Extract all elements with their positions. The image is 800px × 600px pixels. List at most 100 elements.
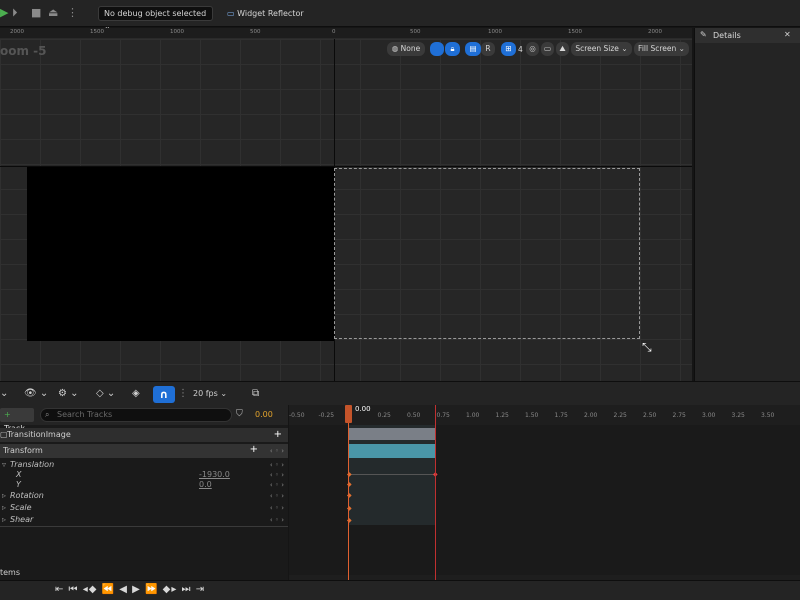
- key-nav-icon[interactable]: ‹ ◦ ›: [270, 490, 284, 502]
- locale-label: None: [400, 44, 421, 53]
- section-range: [348, 425, 435, 525]
- sequencer-toolbar: ⌄ 👁︎ ⌄ ⚙ ⌄ ◇ ⌄ ◈ ∩ ⋮ 20 fps ⌄ ⧉: [0, 381, 800, 405]
- transport-bar: ⇤ ⏮ ◂◆ ⏪ ◀ ▶ ⏩ ◆▸ ⏭ ⇥: [0, 580, 800, 600]
- add-icon[interactable]: +: [274, 429, 282, 441]
- ruler-label: 1500: [568, 29, 582, 35]
- widget-section-bar[interactable]: [348, 428, 435, 440]
- toggle-button[interactable]: [430, 42, 444, 56]
- track-row-shear[interactable]: ▹ Shear ‹ ◦ ›: [0, 514, 288, 526]
- designer-canvas[interactable]: oom -5 ◍ None 🔒︎ ▤ R ⊞ 4 ◎ ▭ ⛰︎ Screen S…: [0, 39, 692, 381]
- ruler-label: 2000: [648, 29, 662, 35]
- resize-icon[interactable]: ⤡: [642, 340, 652, 355]
- key-nav-icon[interactable]: ‹ ◦ ›: [270, 514, 284, 526]
- time-tick-label: 2.00: [584, 412, 598, 419]
- ruler-label: 2000: [10, 29, 24, 35]
- fill-screen-dropdown[interactable]: Fill Screen ⌄: [634, 42, 689, 56]
- search-placeholder: Search Tracks: [57, 410, 113, 419]
- layout-icon: ▤: [469, 44, 477, 53]
- timeline-panel[interactable]: ◆ ◆ ◆ ◆ ◆ ◆ -0.50-0.50-0.25-0.250.250.25…: [289, 405, 800, 580]
- key-nav-icon[interactable]: ‹ ◦ ›: [270, 502, 284, 514]
- ruler-label: 500: [410, 29, 421, 35]
- snap-magnet-button[interactable]: ∩: [153, 386, 175, 403]
- more-options-icon[interactable]: ⋮: [67, 7, 78, 19]
- eject-icon[interactable]: ⏏: [48, 7, 58, 19]
- lock-button[interactable]: 🔒︎: [445, 42, 460, 56]
- curve-editor-icon[interactable]: ⧉: [252, 388, 259, 399]
- transition-image-widget[interactable]: [27, 167, 334, 341]
- items-count: tems: [0, 568, 21, 577]
- chevron-down-icon[interactable]: ⌄: [0, 388, 8, 399]
- add-track-button[interactable]: + Track: [0, 408, 34, 433]
- grid-snap-button[interactable]: ⊞: [501, 42, 516, 56]
- add-icon[interactable]: +: [250, 444, 258, 456]
- close-icon[interactable]: ✕: [784, 30, 791, 39]
- locale-button[interactable]: ◍ None: [387, 42, 425, 56]
- mountain-icon: ⛰︎: [559, 44, 566, 53]
- search-tracks-input[interactable]: ⌕ Search Tracks: [40, 408, 232, 422]
- ruler-label: 0: [332, 29, 336, 35]
- screen-size-label: Screen Size: [575, 44, 619, 53]
- grid-icon: ⊞: [505, 44, 512, 53]
- time-tick-label: 0.50: [407, 412, 421, 419]
- details-panel: ✎ Details ✕: [694, 28, 800, 381]
- stop-icon[interactable]: ■: [31, 7, 41, 19]
- x-curve-line: [348, 474, 435, 475]
- auto-key-icon[interactable]: ◈: [132, 388, 140, 399]
- rotation-snap-button[interactable]: ◎: [526, 42, 539, 56]
- widget-reflector-button[interactable]: ▭ Widget Reflector: [227, 6, 304, 21]
- transport-controls[interactable]: ⇤ ⏮ ◂◆ ⏪ ◀ ▶ ⏩ ◆▸ ⏭ ⇥: [55, 584, 205, 595]
- playhead-handle-top[interactable]: [345, 405, 352, 423]
- time-tick-label: 3.50: [761, 412, 775, 419]
- grid-snap-value: 4: [518, 45, 523, 54]
- filter-icon[interactable]: ⛉: [236, 409, 243, 419]
- horizontal-ruler: 2000 1500 1000 500 0 500 1000 1500 2000: [0, 28, 692, 39]
- chevron-down-icon: ⌄: [678, 44, 685, 53]
- current-time[interactable]: 0.00: [255, 410, 273, 419]
- key-icon[interactable]: ◇ ⌄: [96, 388, 115, 399]
- step-icon[interactable]: ⏵: [12, 7, 18, 19]
- fps-dropdown[interactable]: 20 fps ⌄: [193, 389, 227, 398]
- ruler-label: 1500: [90, 29, 104, 35]
- chevron-down-icon: ⌄: [621, 44, 628, 53]
- key-nav-icon[interactable]: ‹ ◦ ›: [270, 445, 284, 457]
- pencil-icon: ✎: [700, 30, 707, 39]
- time-tick-label: 3.00: [702, 412, 716, 419]
- details-title: Details: [713, 31, 741, 40]
- mountain-button[interactable]: ⛰︎: [556, 42, 569, 56]
- expand-icon[interactable]: ▹: [2, 514, 6, 526]
- time-tick-label: -0.25: [318, 412, 335, 419]
- debug-object-select[interactable]: No debug object selected ⌄: [98, 6, 213, 31]
- lock-icon: 🔒︎: [450, 44, 455, 53]
- expand-icon[interactable]: ▹: [2, 502, 6, 514]
- details-tab[interactable]: ✎ Details ✕: [695, 28, 800, 43]
- ruler-label: 1000: [170, 29, 184, 35]
- track-outliner: + Track ⌕ Search Tracks ⛉ 0.00 ▢ Transit…: [0, 405, 288, 580]
- time-tick-label: 1.75: [554, 412, 568, 419]
- plus-icon: +: [4, 410, 11, 419]
- r-button[interactable]: R: [481, 42, 495, 56]
- track-row-scale[interactable]: ▹ Scale ‹ ◦ ›: [0, 502, 288, 514]
- playhead-line[interactable]: [348, 405, 349, 600]
- search-icon: ⌕: [45, 410, 50, 419]
- time-tick-label: 0.25: [377, 412, 391, 419]
- play-icon[interactable]: ▶: [0, 7, 8, 19]
- ruler-label: 500: [250, 29, 261, 35]
- screen-size-dropdown[interactable]: Screen Size ⌄: [571, 42, 632, 56]
- screen-bounds-outline: [334, 168, 640, 339]
- respect-locks-button[interactable]: ▤: [465, 42, 481, 56]
- track-row-transform[interactable]: Transform + ‹ ◦ ›: [0, 444, 288, 458]
- eye-icon[interactable]: 👁︎ ⌄: [24, 388, 48, 399]
- shear-label: Shear: [10, 515, 34, 524]
- time-tick-label: 2.50: [643, 412, 657, 419]
- image-button[interactable]: ▭: [541, 42, 554, 56]
- image-icon: ▭: [543, 44, 552, 53]
- transform-section-bar[interactable]: [348, 444, 435, 458]
- more-options-icon[interactable]: ⋮: [178, 388, 188, 399]
- track-row-rotation[interactable]: ▹ Rotation ‹ ◦ ›: [0, 490, 288, 502]
- time-tick-label: 1.50: [525, 412, 539, 419]
- expand-icon[interactable]: ▹: [2, 490, 6, 502]
- settings-icon[interactable]: ⚙ ⌄: [58, 388, 79, 399]
- widget-reflector-label: Widget Reflector: [237, 9, 304, 18]
- track-row-widget[interactable]: ▢ TransitionImage +: [0, 428, 288, 442]
- playhead-time-top: 0.00: [355, 405, 371, 413]
